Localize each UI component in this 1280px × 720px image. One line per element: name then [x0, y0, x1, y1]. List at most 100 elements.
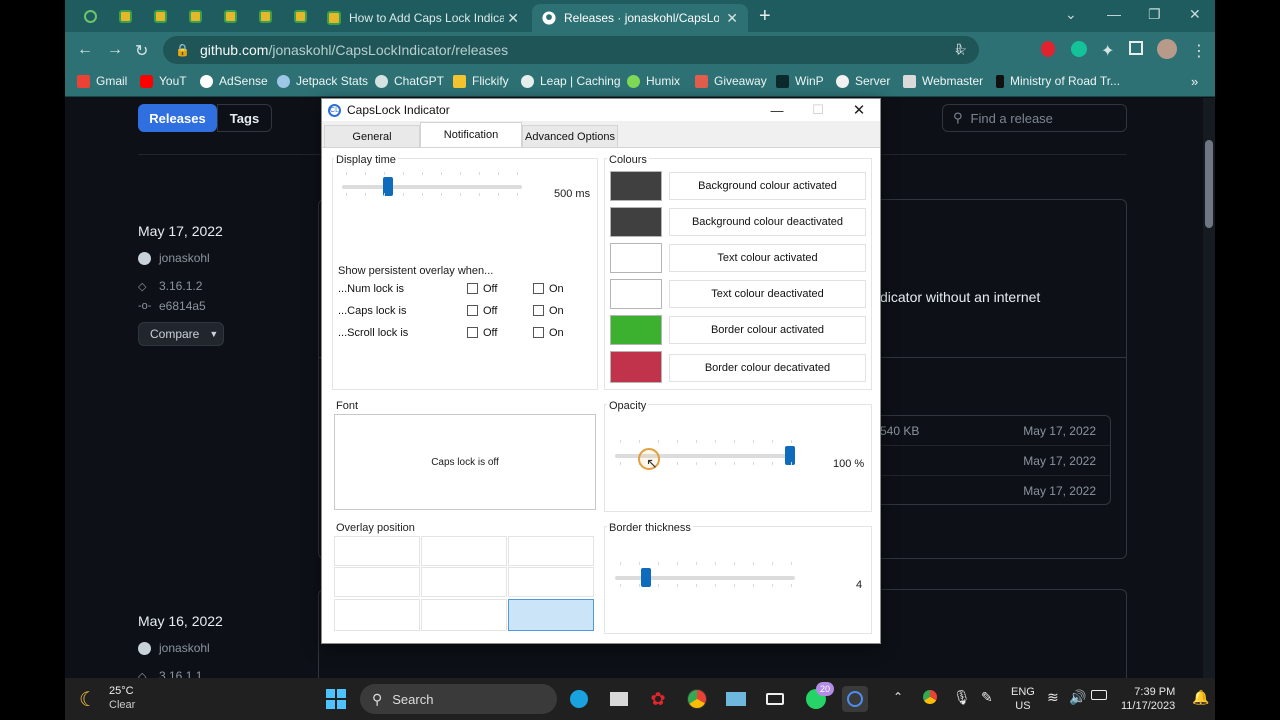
position-bottom-center[interactable] — [421, 599, 507, 631]
presentation-icon[interactable] — [723, 686, 749, 712]
huawei-icon[interactable]: ✿ — [645, 686, 671, 712]
position-bottom-left[interactable] — [334, 599, 420, 631]
pinned-tab[interactable] — [254, 6, 276, 26]
bg-activated-swatch[interactable] — [610, 171, 662, 201]
position-top-right[interactable] — [508, 536, 594, 566]
chevron-up-icon[interactable]: ⌃ — [893, 690, 903, 704]
install-icon[interactable]: ⇩ — [953, 41, 965, 58]
caps-lock-on-checkbox[interactable] — [533, 305, 544, 316]
bookmark-ministry[interactable]: Ministry of Road Tr... — [996, 74, 1120, 88]
grammarly-icon[interactable] — [1071, 41, 1087, 57]
menu-icon[interactable]: ⋮ — [1191, 41, 1207, 61]
text-deactivated-swatch[interactable] — [610, 279, 662, 309]
pinned-tab[interactable] — [79, 6, 101, 26]
start-windows-icon[interactable] — [323, 686, 349, 712]
widgets-icon[interactable] — [566, 686, 592, 712]
border-deactivated-swatch[interactable] — [610, 351, 662, 383]
pinned-tab[interactable] — [219, 6, 241, 26]
close-tab-icon[interactable]: ✕ — [507, 10, 519, 27]
tab-how-to[interactable]: How to Add Caps Lock Indicator ✕ — [317, 4, 529, 32]
clock[interactable]: 7:39 PM 11/17/2023 — [1121, 685, 1175, 713]
taskbar-search[interactable]: ⚲ Search — [360, 684, 557, 714]
minimize-icon[interactable]: — — [1107, 6, 1121, 22]
tags-tab-button[interactable]: Tags — [217, 104, 272, 132]
tray-chrome-icon[interactable] — [923, 690, 937, 704]
position-bottom-right[interactable] — [508, 599, 594, 631]
border-activated-swatch[interactable] — [610, 315, 662, 345]
new-tab-button[interactable]: + — [759, 5, 771, 28]
wifi-icon[interactable]: ≋ — [1047, 689, 1059, 706]
extensions-puzzle-icon[interactable]: ✦ — [1101, 41, 1114, 61]
bookmark-chatgpt[interactable]: ChatGPT — [375, 74, 444, 88]
bookmark-webmaster[interactable]: Webmaster — [903, 74, 983, 88]
num-lock-on-checkbox[interactable] — [533, 283, 544, 294]
tab-general[interactable]: General — [324, 125, 420, 147]
releases-tab-button[interactable]: Releases — [138, 104, 217, 132]
bookmark-jetpack[interactable]: Jetpack Stats — [277, 74, 368, 88]
compare-button[interactable]: Compare ▼ — [138, 322, 224, 346]
border-deactivated-button[interactable]: Border colour decativated — [669, 354, 866, 382]
chrome-icon[interactable] — [684, 686, 710, 712]
release-author[interactable]: jonaskohl — [138, 641, 210, 655]
close-icon[interactable]: ✕ — [839, 99, 879, 121]
font-preview-button[interactable]: Caps lock is off — [334, 414, 596, 510]
display-time-slider[interactable] — [342, 185, 522, 189]
forward-icon[interactable]: → — [107, 41, 123, 59]
pinned-tab[interactable] — [289, 6, 311, 26]
bg-deactivated-button[interactable]: Background colour deactivated — [669, 208, 866, 236]
close-window-icon[interactable]: ✕ — [1189, 6, 1201, 23]
notification-bell-icon[interactable]: 🔔 — [1192, 689, 1209, 706]
release-tag[interactable]: ◇ 3.16.1.2 — [138, 279, 202, 293]
battery-icon[interactable] — [1091, 690, 1107, 700]
release-author[interactable]: jonaskohl — [138, 251, 210, 265]
close-tab-icon[interactable]: ✕ — [726, 10, 738, 27]
scroll-lock-on-checkbox[interactable] — [533, 327, 544, 338]
minimize-icon[interactable]: — — [757, 99, 797, 121]
bg-deactivated-swatch[interactable] — [610, 207, 662, 237]
file-explorer-icon[interactable] — [606, 686, 632, 712]
pinned-tab[interactable] — [114, 6, 136, 26]
more-bookmarks-icon[interactable]: » — [1191, 74, 1198, 89]
restore-icon[interactable]: ❐ — [1148, 6, 1161, 23]
position-center[interactable] — [421, 567, 507, 597]
bookmark-humix[interactable]: Humix — [627, 74, 680, 88]
tab-search-icon[interactable]: ⌄ — [1065, 6, 1077, 23]
bookmark-youtube[interactable]: YouT — [140, 74, 187, 88]
language-indicator[interactable]: ENG US — [1011, 685, 1035, 713]
text-activated-swatch[interactable] — [610, 243, 662, 273]
position-middle-left[interactable] — [334, 567, 420, 597]
bg-activated-button[interactable]: Background colour activated — [669, 172, 866, 200]
pinned-tab[interactable] — [184, 6, 206, 26]
temperature[interactable]: 25°C — [109, 685, 134, 697]
asset-row[interactable]: May 17, 2022 — [872, 476, 1110, 506]
weather-condition[interactable]: Clear — [109, 699, 135, 711]
release-commit[interactable]: -o-e6814a5 — [138, 299, 206, 313]
pinned-tab[interactable] — [149, 6, 171, 26]
avatar[interactable] — [1157, 39, 1177, 59]
text-activated-button[interactable]: Text colour activated — [669, 244, 866, 272]
bookmark-winp[interactable]: WinP — [776, 74, 824, 88]
back-icon[interactable]: ← — [77, 41, 93, 59]
tab-advanced-options[interactable]: Advanced Options — [522, 125, 618, 147]
position-top-left[interactable] — [334, 536, 420, 566]
bookmark-flickify[interactable]: Flickify — [453, 74, 509, 88]
position-middle-right[interactable] — [508, 567, 594, 597]
bookmark-leap[interactable]: Leap | Caching — [521, 74, 621, 88]
position-top-center[interactable] — [421, 536, 507, 566]
address-bar[interactable]: 🔒 github.com/jonaskohl/CapsLockIndicator… — [163, 36, 979, 64]
reload-icon[interactable]: ↻ — [135, 41, 148, 61]
scrollbar-thumb[interactable] — [1205, 140, 1213, 228]
bookmark-gmail[interactable]: Gmail — [77, 74, 127, 88]
caps-lock-off-checkbox[interactable] — [467, 305, 478, 316]
asset-row[interactable]: May 17, 2022 — [872, 446, 1110, 476]
side-panel-icon[interactable] — [1129, 41, 1143, 55]
num-lock-off-checkbox[interactable] — [467, 283, 478, 294]
scroll-lock-off-checkbox[interactable] — [467, 327, 478, 338]
page-scrollbar[interactable] — [1203, 98, 1215, 678]
release-tag[interactable]: ◇ 3.16.1.1 — [138, 669, 202, 678]
camera-icon[interactable] — [762, 686, 788, 712]
extension-icon[interactable] — [1041, 41, 1055, 57]
asset-row[interactable]: 540 KB May 17, 2022 — [872, 416, 1110, 446]
capslock-app-icon[interactable] — [842, 686, 868, 712]
find-release-input[interactable]: ⚲ Find a release — [942, 104, 1127, 132]
